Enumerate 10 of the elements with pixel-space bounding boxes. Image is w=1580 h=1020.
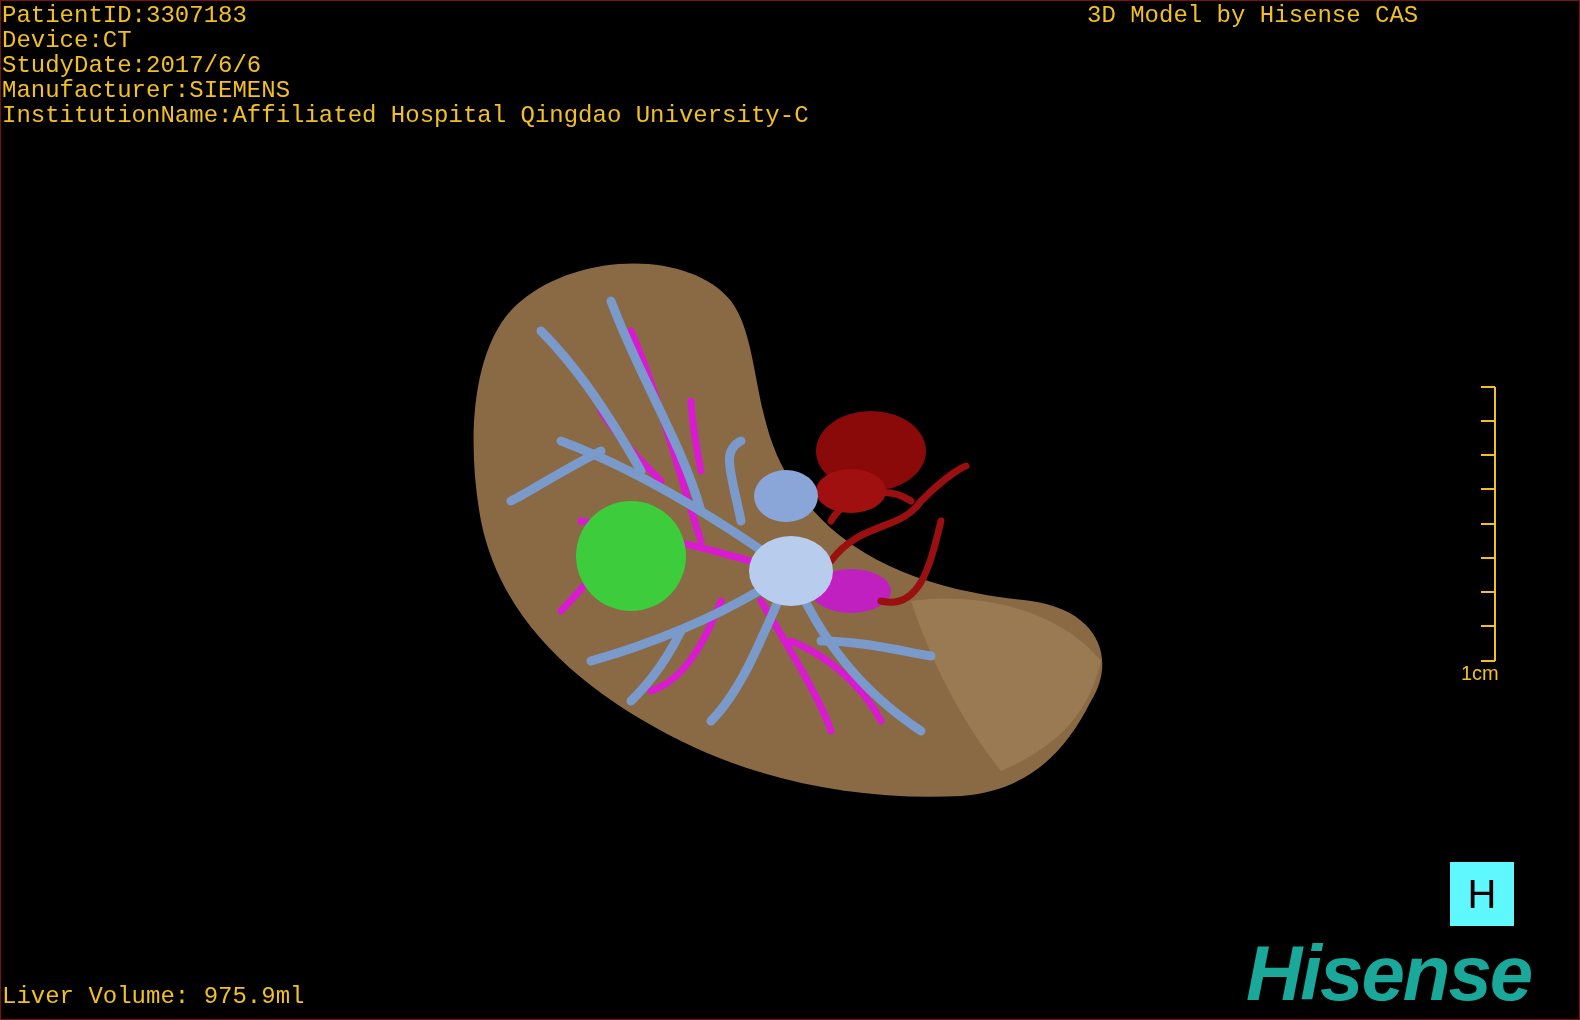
liver-volume-label: Liver Volume: 975.9ml [2, 984, 305, 1009]
patient-info-line: PatientID:3307183 [2, 3, 248, 28]
scale-label: 1cm [1461, 662, 1499, 684]
patient-info-line: InstitutionName:Affiliated Hospital Qingdao University-C [2, 103, 809, 128]
patient-info-line: Device:CT [2, 28, 133, 53]
patient-info-line: Manufacturer:SIEMENS [2, 78, 292, 103]
brand-logo: Hisense [1246, 933, 1532, 1013]
viewer-title: 3D Model by Hisense CAS [1087, 3, 1419, 28]
view-button[interactable]: H [1450, 862, 1514, 926]
patient-info-line: StudyDate:2017/6/6 [2, 53, 263, 78]
